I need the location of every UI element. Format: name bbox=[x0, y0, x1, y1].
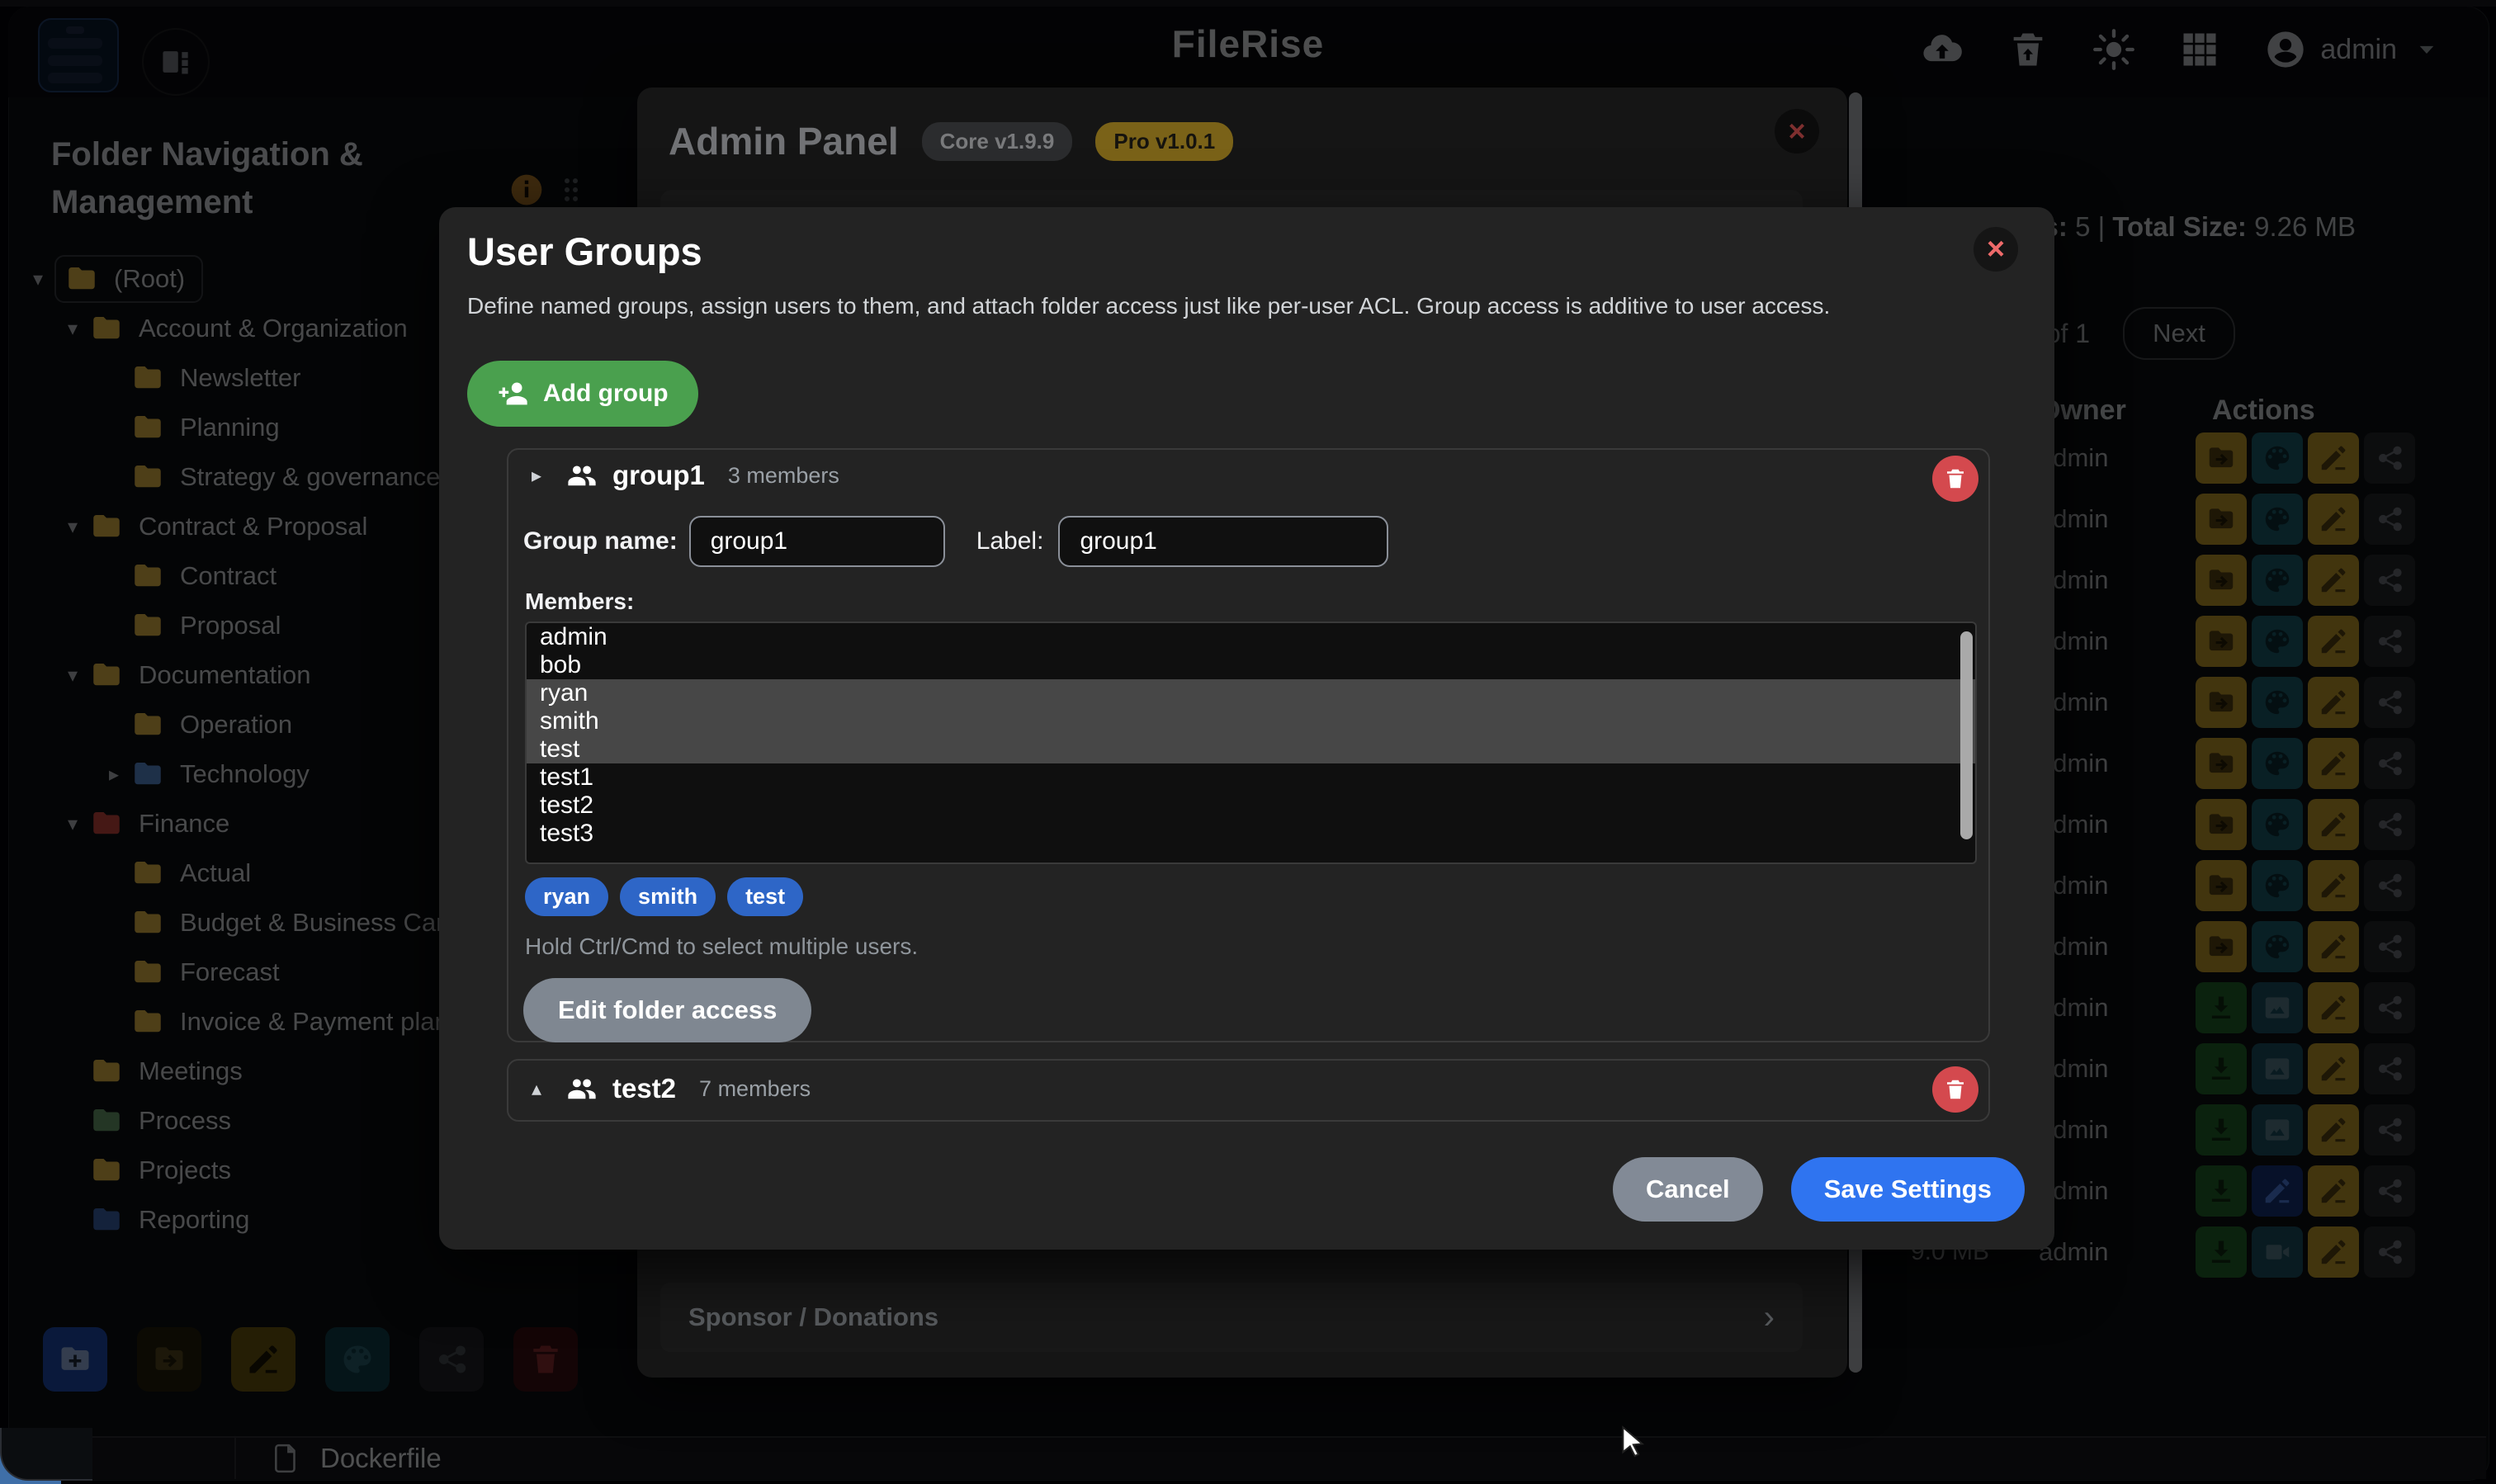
group-card-group1: ▸ group1 3 members Group name: Label: Me… bbox=[507, 448, 1990, 1042]
trash-icon bbox=[1943, 466, 1968, 491]
group-card-test2: ▴ test2 7 members bbox=[507, 1059, 1990, 1122]
label-label: Label: bbox=[976, 527, 1044, 555]
member-option-admin[interactable]: admin bbox=[527, 623, 1975, 651]
member-option-test1[interactable]: test1 bbox=[527, 763, 1975, 792]
mouse-cursor bbox=[1616, 1425, 1649, 1458]
selected-member-chips: ryan smith test bbox=[525, 877, 803, 916]
group-header[interactable]: ▴ test2 7 members bbox=[532, 1061, 811, 1117]
member-option-bob[interactable]: bob bbox=[527, 651, 1975, 679]
member-option-smith[interactable]: smith bbox=[527, 707, 1975, 735]
panel-corner bbox=[0, 1428, 92, 1481]
group-name-input[interactable] bbox=[689, 516, 945, 567]
edit-folder-access-button[interactable]: Edit folder access bbox=[523, 978, 811, 1042]
cancel-button[interactable]: Cancel bbox=[1613, 1157, 1763, 1222]
members-multiselect[interactable]: adminbobryansmithtesttest1test2test3 bbox=[525, 621, 1977, 864]
modal-close-button[interactable]: × bbox=[1974, 227, 2018, 272]
group-name-label: Group name: bbox=[523, 527, 678, 555]
group-header[interactable]: ▸ group1 3 members bbox=[532, 450, 839, 501]
trash-icon bbox=[1943, 1077, 1968, 1102]
members-label: Members: bbox=[525, 588, 634, 615]
delete-group-button[interactable] bbox=[1932, 456, 1978, 502]
member-option-ryan[interactable]: ryan bbox=[527, 679, 1975, 707]
people-icon bbox=[565, 458, 599, 493]
save-settings-button[interactable]: Save Settings bbox=[1791, 1157, 2025, 1222]
trash-icon bbox=[1943, 1077, 1968, 1102]
modal-title: User Groups bbox=[467, 229, 702, 274]
caret-icon[interactable]: ▴ bbox=[532, 1077, 551, 1101]
add-group-button[interactable]: Add group bbox=[467, 361, 698, 427]
person-add-icon bbox=[497, 377, 530, 410]
person-add-icon bbox=[497, 377, 530, 410]
caret-icon[interactable]: ▸ bbox=[532, 464, 551, 488]
members-scrollbar[interactable] bbox=[1960, 631, 1973, 839]
member-chip-test[interactable]: test bbox=[727, 877, 803, 916]
people-icon bbox=[565, 458, 599, 493]
member-chip-smith[interactable]: smith bbox=[620, 877, 716, 916]
people-icon bbox=[565, 1071, 599, 1106]
modal-description: Define named groups, assign users to the… bbox=[467, 293, 1978, 319]
group-label-input[interactable] bbox=[1058, 516, 1388, 567]
user-groups-modal: User Groups × Define named groups, assig… bbox=[439, 207, 2054, 1250]
multiselect-hint: Hold Ctrl/Cmd to select multiple users. bbox=[525, 933, 918, 960]
member-option-test2[interactable]: test2 bbox=[527, 792, 1975, 820]
member-option-test3[interactable]: test3 bbox=[527, 820, 1975, 848]
trash-icon bbox=[1943, 466, 1968, 491]
people-icon bbox=[565, 1071, 599, 1106]
delete-group-button[interactable] bbox=[1932, 1066, 1978, 1113]
member-option-test[interactable]: test bbox=[527, 735, 1975, 763]
member-chip-ryan[interactable]: ryan bbox=[525, 877, 608, 916]
screen: FileRise admin Folder Navigation & Manag… bbox=[0, 0, 2496, 1484]
